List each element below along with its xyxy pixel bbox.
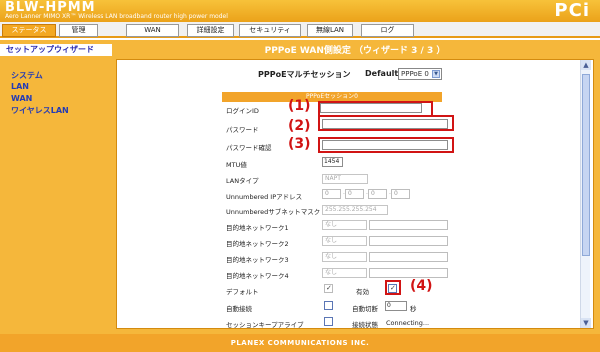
connection-status-label: 接続状態	[352, 321, 378, 329]
tab-status[interactable]: ステータス	[2, 24, 56, 37]
check-icon: ✓	[390, 284, 396, 292]
vertical-scrollbar[interactable]: ▲ ▼	[580, 60, 591, 328]
sidebar-heading: セットアップウィザード	[0, 44, 112, 56]
subnet-mask-select[interactable]: 255.255.255.254	[322, 205, 388, 215]
destination-network-1-select[interactable]: なし	[322, 220, 367, 230]
mtu-input[interactable]: 1454	[322, 157, 343, 167]
tab-wan[interactable]: WAN	[126, 24, 179, 37]
ip-octet-3[interactable]: 0	[368, 189, 387, 199]
callout-1-label: (1)	[288, 98, 311, 114]
scroll-thumb[interactable]	[582, 74, 590, 256]
default-route-label: デフォルト	[226, 288, 259, 296]
enable-label: 有効	[356, 288, 369, 296]
ip-octet-4[interactable]: 0	[391, 189, 410, 199]
panel-title: PPPoE WAN側設定 （ウィザード 3 / 3 ）	[264, 46, 446, 56]
top-navigation: ステータス 管理 WAN 詳細設定 セキュリティ 無線LAN ログ	[0, 22, 600, 38]
password-label: パスワード	[226, 126, 259, 134]
enable-checkbox[interactable]: ✓	[388, 284, 397, 293]
auto-disconnect-label: 自動切断	[352, 305, 378, 313]
destination-network-2-select[interactable]: なし	[322, 236, 367, 246]
default-session-label: Default	[365, 69, 399, 78]
session-keepalive-label: セッションキープアライブ	[226, 321, 304, 329]
scroll-down-icon[interactable]: ▼	[581, 318, 591, 328]
unnumbered-mask-label: Unnumberedサブネットマスク	[226, 208, 321, 216]
mtu-label: MTU値	[226, 161, 247, 169]
destination-network-4-input[interactable]	[369, 268, 448, 278]
connection-status-value: Connecting...	[386, 319, 430, 327]
session-keepalive-checkbox[interactable]	[324, 317, 333, 326]
tab-management[interactable]: 管理	[59, 24, 98, 37]
callout-3-label: (3)	[288, 136, 311, 152]
brand-subtitle: Aero Lanner MIMO XR™ Wireless LAN broadb…	[5, 13, 228, 20]
password-confirm-input[interactable]	[322, 140, 448, 150]
auto-connect-label: 自動接続	[226, 305, 252, 313]
destination-network-2-input[interactable]	[369, 236, 448, 246]
unnumbered-ip-label: Unnumbered IPアドレス	[226, 193, 303, 201]
header: BLW-HPMM Aero Lanner MIMO XR™ Wireless L…	[0, 0, 600, 22]
tab-wireless-lan[interactable]: 無線LAN	[307, 24, 353, 37]
ip-octet-2[interactable]: 0	[345, 189, 364, 199]
tab-log[interactable]: ログ	[361, 24, 414, 37]
auto-disconnect-input[interactable]: 0	[385, 301, 407, 311]
ip-octet-1[interactable]: 0	[322, 189, 341, 199]
tab-security[interactable]: セキュリティ	[239, 24, 301, 37]
destination-network-4-select[interactable]: なし	[322, 268, 367, 278]
login-id-input[interactable]	[320, 103, 422, 113]
password-confirm-label: パスワード確認	[226, 144, 272, 152]
destination-network-2-label: 目的地ネットワーク2	[226, 240, 289, 248]
sidebar-item-wan[interactable]: WAN	[11, 94, 32, 103]
callout-4-label: (4)	[410, 278, 433, 294]
login-id-label: ログインID	[226, 107, 259, 115]
sidebar-item-lan[interactable]: LAN	[11, 82, 29, 91]
scroll-up-icon[interactable]: ▲	[581, 60, 591, 70]
auto-connect-checkbox[interactable]	[324, 301, 333, 310]
multi-session-label: PPPoEマルチセッション	[258, 70, 351, 79]
lan-type-label: LANタイプ	[226, 177, 259, 185]
destination-network-3-input[interactable]	[369, 252, 448, 262]
sidebar-item-wireless-lan[interactable]: ワイヤレスLAN	[11, 105, 69, 116]
tab-advanced-settings[interactable]: 詳細設定	[187, 24, 234, 37]
default-route-checkbox[interactable]: ✓	[324, 284, 333, 293]
destination-network-1-input[interactable]	[369, 220, 448, 230]
destination-network-4-label: 目的地ネットワーク4	[226, 272, 289, 280]
destination-network-3-label: 目的地ネットワーク3	[226, 256, 289, 264]
destination-network-3-select[interactable]: なし	[322, 252, 367, 262]
default-session-value: PPPoE 0	[401, 70, 429, 78]
default-session-select[interactable]: PPPoE 0 ▼	[398, 68, 442, 80]
callout-2-label: (2)	[288, 118, 311, 134]
password-input[interactable]	[322, 119, 448, 129]
lan-type-select[interactable]: NAPT	[322, 174, 368, 184]
destination-network-1-label: 目的地ネットワーク1	[226, 224, 289, 232]
seconds-label: 秒	[410, 305, 417, 313]
check-icon: ✓	[326, 284, 332, 292]
pci-logo: PCi	[554, 0, 590, 21]
chevron-down-icon: ▼	[432, 70, 440, 78]
footer: PLANEX COMMUNICATIONS INC.	[0, 334, 600, 352]
sidebar-item-system[interactable]: システム	[11, 70, 43, 81]
